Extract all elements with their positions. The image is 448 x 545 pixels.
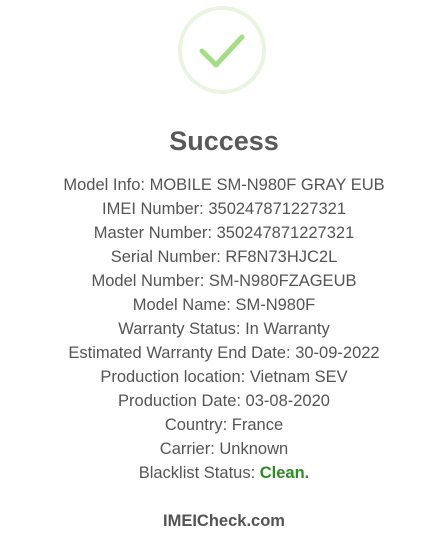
info-row-model-info: Model Info: MOBILE SM-N980F GRAY EUB — [63, 176, 385, 194]
info-row-production-location: Production location: Vietnam SEV — [100, 368, 348, 386]
success-check-icon — [178, 6, 266, 94]
footer-brand: IMEICheck.com — [163, 512, 285, 530]
info-row-model-name: Model Name: SM-N980F — [132, 296, 316, 314]
success-title: Success — [169, 126, 279, 156]
info-row-imei-number: IMEI Number: 350247871227321 — [101, 200, 346, 218]
info-row-country: Country: France — [164, 416, 284, 434]
info-row-blacklist-status: Blacklist Status: Clean. — [138, 464, 310, 482]
info-row-serial-number: Serial Number: RF8N73HJC2L — [110, 248, 338, 266]
info-row-production-date: Production Date: 03-08-2020 — [118, 392, 330, 410]
info-row-warranty-status: Warranty Status: In Warranty — [118, 320, 330, 338]
info-row-warranty-end-date: Estimated Warranty End Date: 30-09-2022 — [68, 344, 380, 362]
info-row-model-number: Model Number: SM-N980FZAGEUB — [91, 272, 357, 290]
info-row-carrier: Carrier: Unknown — [159, 440, 289, 458]
info-row-master-number: Master Number: 350247871227321 — [93, 224, 355, 242]
device-info-list: Model Info: MOBILE SM-N980F GRAY EUB IME… — [0, 173, 448, 485]
blacklist-status-badge: Clean. — [259, 464, 310, 482]
